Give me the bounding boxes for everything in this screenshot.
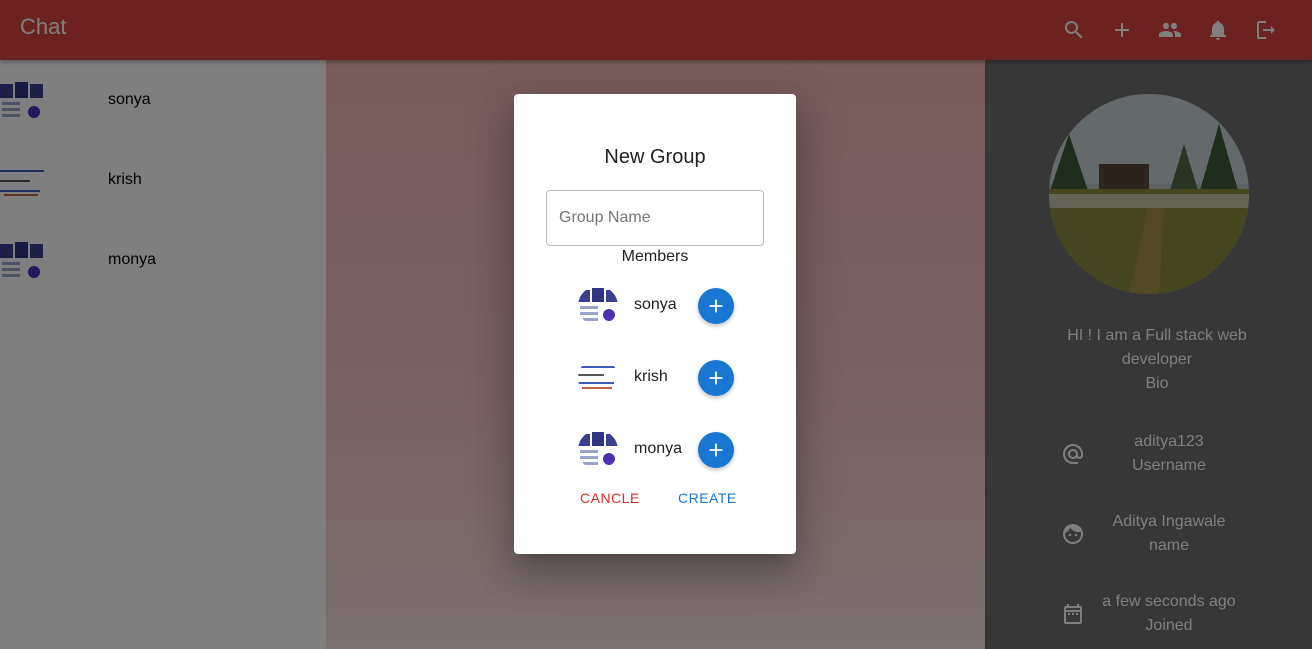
member-name: monya: [634, 440, 683, 457]
member-item-krish: krish: [578, 358, 738, 398]
create-button[interactable]: CREATE: [678, 490, 737, 506]
dialog-title: New Group: [604, 146, 706, 168]
add-member-button[interactable]: [698, 288, 734, 324]
member-name: krish: [634, 368, 668, 385]
member-item-sonya: sonya: [578, 286, 738, 326]
member-avatar: [578, 286, 618, 326]
dialog-actions: CANCLE CREATE: [514, 490, 796, 514]
cancel-button[interactable]: CANCLE: [580, 490, 640, 506]
add-member-button[interactable]: [698, 432, 734, 468]
member-avatar: [578, 430, 618, 470]
add-icon: [709, 443, 723, 457]
add-icon: [709, 371, 723, 385]
add-icon: [709, 299, 723, 313]
member-avatar: [578, 358, 618, 398]
add-member-button[interactable]: [698, 360, 734, 396]
new-group-dialog: New Group Members sonya krish: [514, 94, 796, 554]
member-item-monya: monya: [578, 430, 738, 470]
group-name-input[interactable]: [546, 190, 764, 246]
members-label: Members: [621, 248, 689, 265]
member-name: sonya: [634, 296, 677, 313]
